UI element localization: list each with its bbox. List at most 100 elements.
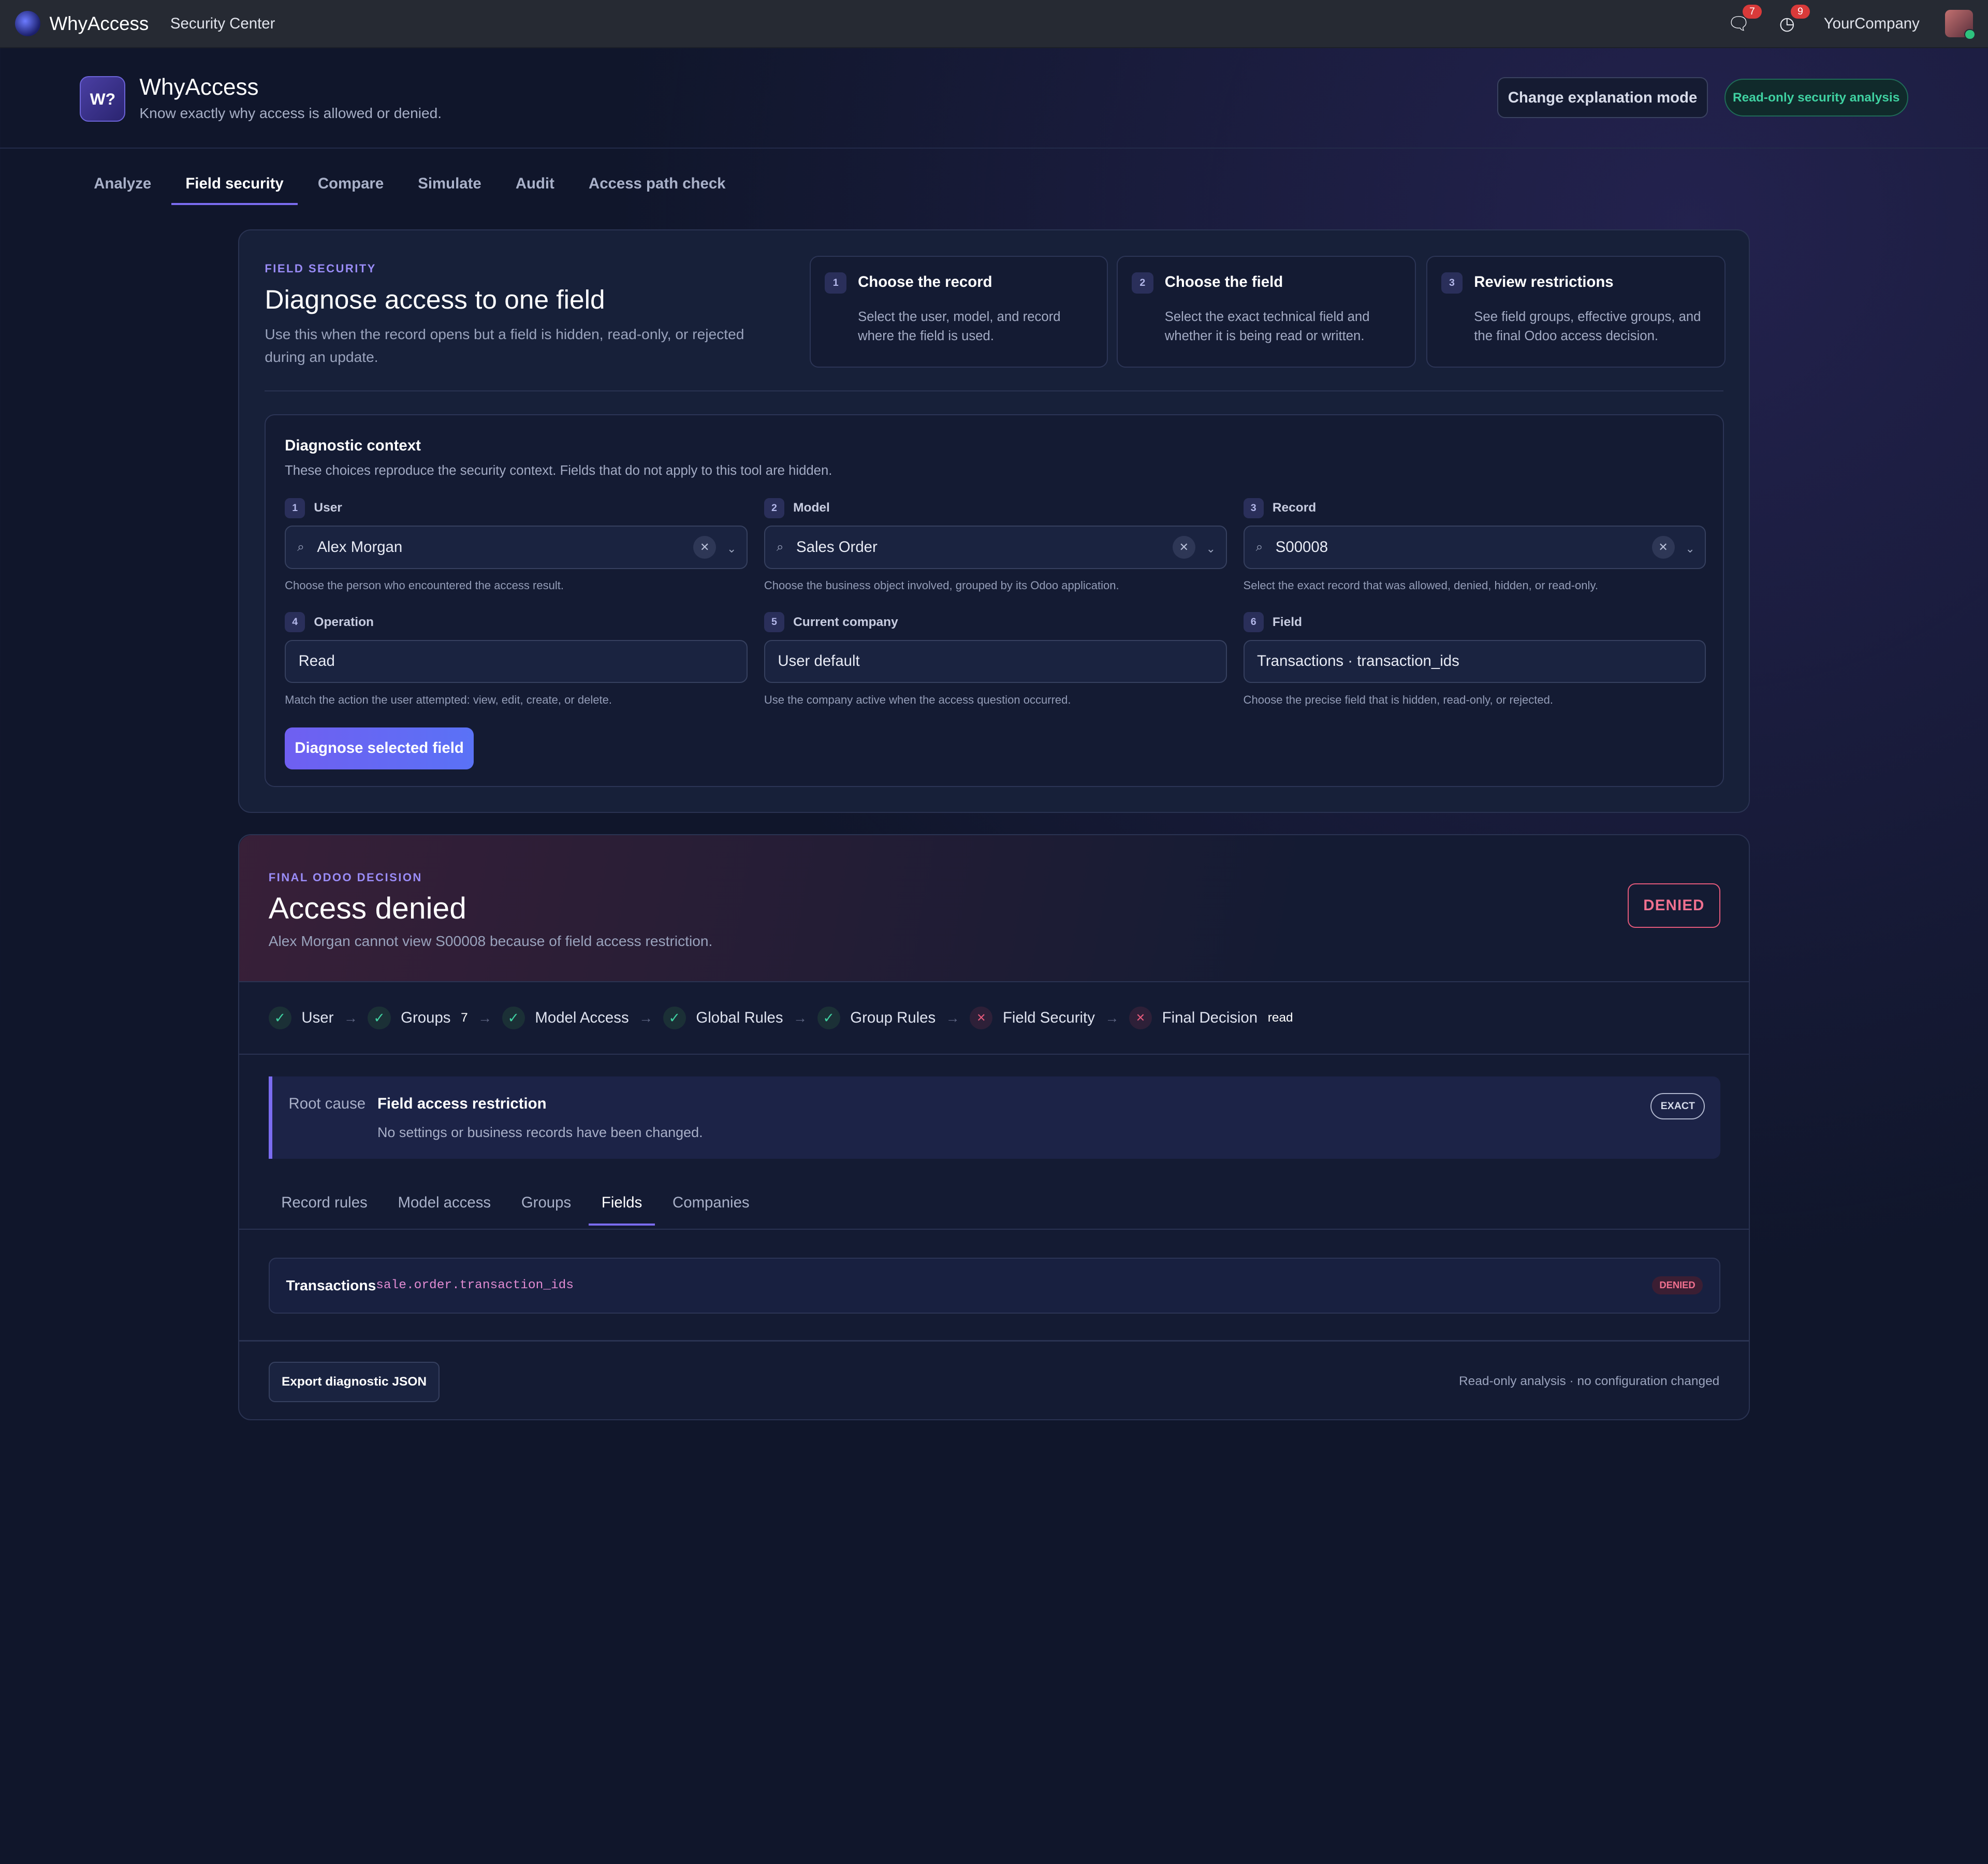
chevron-down-icon[interactable]: ⌄ bbox=[1206, 542, 1216, 556]
field-result-row: Transactions sale.order.transaction_ids … bbox=[268, 1257, 1720, 1314]
search-icon: ⌕ bbox=[776, 540, 784, 555]
field-number: 1 bbox=[285, 498, 305, 518]
chat-icon[interactable]: 🗨 7 bbox=[1728, 4, 1762, 35]
detail-tabs: Record rules Model access Groups Fields … bbox=[269, 1184, 767, 1226]
cross-icon: ✕ bbox=[970, 1007, 993, 1030]
arrow-icon: → bbox=[945, 1010, 960, 1026]
divider bbox=[239, 1228, 1749, 1230]
app-switcher-icon[interactable] bbox=[15, 11, 41, 36]
tab-compare[interactable]: Compare bbox=[304, 165, 398, 204]
change-explanation-mode-button[interactable]: Change explanation mode bbox=[1497, 77, 1708, 118]
cross-icon: ✕ bbox=[1129, 1007, 1152, 1030]
root-cause-note: No settings or business records have bee… bbox=[377, 1124, 703, 1140]
tab-groups[interactable]: Groups bbox=[508, 1184, 583, 1226]
field-select[interactable]: Transactions · transaction_ids bbox=[1243, 639, 1706, 683]
step-title: Choose the record bbox=[858, 273, 992, 291]
arrow-icon: → bbox=[639, 1010, 653, 1026]
decision-header: FINAL ODOO DECISION Access denied Alex M… bbox=[239, 835, 1749, 983]
tab-audit[interactable]: Audit bbox=[502, 165, 568, 204]
main-tabs: Analyze Field security Compare Simulate … bbox=[80, 165, 746, 206]
clear-icon[interactable]: ✕ bbox=[1172, 536, 1195, 559]
tab-simulate[interactable]: Simulate bbox=[404, 165, 495, 204]
step-title: Review restrictions bbox=[1474, 273, 1614, 291]
field-label: 6 Field bbox=[1243, 611, 1302, 633]
operation-select[interactable]: Read bbox=[285, 639, 748, 683]
field-label-text: Record bbox=[1272, 501, 1317, 515]
tab-access-path-check[interactable]: Access path check bbox=[575, 165, 739, 204]
root-cause-title: Field access restriction bbox=[377, 1095, 547, 1113]
tab-field-security[interactable]: Field security bbox=[171, 165, 298, 206]
field-number: 4 bbox=[285, 611, 305, 633]
operation-help: Match the action the user attempted: vie… bbox=[285, 693, 612, 706]
field-number: 6 bbox=[1243, 611, 1264, 633]
readonly-badge: Read-only security analysis bbox=[1724, 78, 1908, 117]
chain-step: Model Access bbox=[535, 1009, 629, 1027]
activity-clock-icon[interactable]: ◷ 9 bbox=[1776, 4, 1810, 35]
field-status-badge: DENIED bbox=[1652, 1276, 1703, 1294]
chevron-down-icon[interactable]: ⌄ bbox=[1685, 542, 1694, 556]
field-label-text: Field bbox=[1272, 615, 1302, 629]
denied-badge: DENIED bbox=[1628, 883, 1720, 928]
record-label: 3 Record bbox=[1243, 498, 1317, 518]
page-subtitle: Know exactly why access is allowed or de… bbox=[139, 105, 442, 122]
brand-name[interactable]: WhyAccess bbox=[49, 13, 149, 35]
record-select[interactable]: ⌕ S00008 ✕ ⌄ bbox=[1243, 526, 1706, 569]
root-cause-label: Root cause bbox=[288, 1095, 366, 1113]
diagnose-button[interactable]: Diagnose selected field bbox=[285, 727, 474, 769]
tab-companies[interactable]: Companies bbox=[660, 1184, 763, 1226]
tab-analyze[interactable]: Analyze bbox=[80, 165, 165, 204]
top-navbar: WhyAccess Security Center 🗨 7 ◷ 9 YourComp… bbox=[0, 0, 1988, 49]
chain-step: Groups bbox=[401, 1009, 451, 1027]
step-card-2: 2 Choose the field Select the exact tech… bbox=[1117, 256, 1416, 368]
field-number: 3 bbox=[1243, 498, 1264, 518]
step-description: Select the user, model, and record where… bbox=[858, 310, 1061, 343]
divider bbox=[239, 1340, 1749, 1342]
search-icon: ⌕ bbox=[297, 540, 304, 555]
check-icon: ✓ bbox=[663, 1007, 686, 1030]
operation-tag: read bbox=[1267, 1011, 1293, 1025]
decision-eyebrow: FINAL ODOO DECISION bbox=[268, 871, 422, 884]
top-right-tray: 🗨 7 ◷ 9 YourCompany bbox=[1728, 4, 1976, 40]
check-icon: ✓ bbox=[368, 1007, 391, 1030]
menu-security-center[interactable]: Security Center bbox=[170, 15, 275, 33]
tab-record-rules[interactable]: Record rules bbox=[269, 1184, 381, 1226]
step-card-3: 3 Review restrictions See field groups, … bbox=[1426, 256, 1726, 368]
section-description: Use this when the record opens but a fie… bbox=[265, 326, 744, 366]
model-select[interactable]: ⌕ Sales Order ✕ ⌄ bbox=[764, 526, 1227, 569]
field-label-text: Model bbox=[793, 501, 830, 515]
export-json-button[interactable]: Export diagnostic JSON bbox=[268, 1361, 440, 1403]
arrow-icon: → bbox=[793, 1010, 808, 1026]
chain-step: Group Rules bbox=[850, 1009, 936, 1027]
field-label-text: User bbox=[314, 501, 342, 515]
divider bbox=[265, 390, 1723, 392]
field-number: 5 bbox=[764, 611, 784, 633]
tab-model-access[interactable]: Model access bbox=[385, 1184, 504, 1226]
clear-icon[interactable]: ✕ bbox=[693, 536, 717, 559]
company-select[interactable]: User default bbox=[764, 639, 1227, 683]
model-label: 2 Model bbox=[764, 498, 830, 518]
decision-chain: ✓ User → ✓ Groups 7 → ✓ Model Access → ✓ Glob… bbox=[268, 1007, 1293, 1030]
field-number: 2 bbox=[764, 498, 784, 518]
whyaccess-logo: W? bbox=[80, 76, 126, 122]
user-help: Choose the person who encountered the ac… bbox=[285, 579, 564, 592]
context-title: Diagnostic context bbox=[285, 436, 421, 454]
groups-count: 7 bbox=[461, 1011, 468, 1025]
divider bbox=[239, 1053, 1749, 1055]
arrow-icon: → bbox=[1105, 1010, 1119, 1026]
context-subtitle: These choices reproduce the security con… bbox=[285, 463, 832, 478]
company-value: User default bbox=[778, 652, 860, 670]
user-avatar[interactable] bbox=[1945, 9, 1976, 40]
user-select[interactable]: ⌕ Alex Morgan ✕ ⌄ bbox=[285, 526, 748, 569]
clear-icon[interactable]: ✕ bbox=[1651, 536, 1675, 559]
tab-fields[interactable]: Fields bbox=[589, 1184, 655, 1226]
decision-title: Access denied bbox=[268, 892, 466, 926]
chevron-down-icon[interactable]: ⌄ bbox=[727, 542, 736, 556]
section-eyebrow: FIELD SECURITY bbox=[265, 262, 376, 275]
company-switcher[interactable]: YourCompany bbox=[1824, 15, 1920, 33]
field-value: Transactions · transaction_ids bbox=[1257, 652, 1459, 670]
search-icon: ⌕ bbox=[1255, 540, 1263, 555]
app-header: W? WhyAccess Know exactly why access is … bbox=[0, 48, 1988, 149]
check-icon: ✓ bbox=[817, 1007, 840, 1030]
model-value: Sales Order bbox=[796, 538, 878, 556]
diagnostic-context-panel: Diagnostic context These choices reprodu… bbox=[265, 414, 1724, 788]
